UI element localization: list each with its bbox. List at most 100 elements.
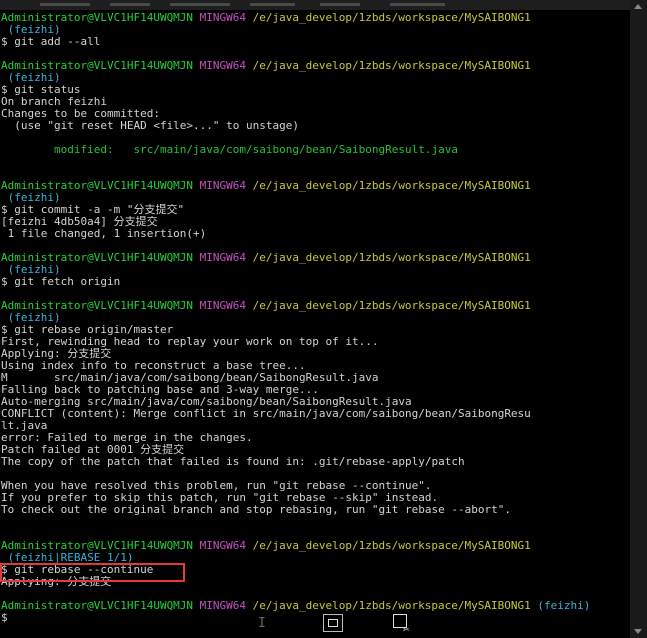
command-line: $ git status [1,84,629,96]
output-line: First, rewinding head to replay your wor… [1,336,629,348]
prompt-line: Administrator@VLVC1HF14UWQMJN MINGW64/e/j… [1,300,629,312]
output-text: M src/main/java/com/saibong/bean/Saibong… [1,372,379,384]
prompt-branch: (feizhi) [7,24,61,36]
command-line: $ git rebase origin/master [1,324,629,336]
output-text: Changes to be committed: [1,108,160,120]
prompt-user: Administrator@VLVC1HF14UWQMJN [1,540,194,552]
output-line: Changes to be committed: [1,108,629,120]
command-line: $ git add --all [1,36,629,48]
output-line: Auto-merging src/main/java/com/saibong/b… [1,396,629,408]
prompt-shell: MINGW64 [199,180,247,192]
output-text: First, rewinding head to replay your wor… [1,336,379,348]
prompt-shell: MINGW64 [199,12,247,24]
output-text: lt.java [1,420,48,432]
prompt-branch-line: (feizhi) [1,264,629,276]
scroll-up-arrow-icon[interactable] [634,4,642,9]
output-text: Patch failed at 0001 分支提交 [1,444,185,456]
text-cursor-icon: I [258,616,266,631]
prompt-path: /e/java_develop/1zbds/workspace/MySAIBON… [252,12,531,24]
command-text: $ git add --all [1,36,101,48]
prompt-user: Administrator@VLVC1HF14UWQMJN [1,252,194,264]
output-line: (use "git reset HEAD <file>..." to unsta… [1,120,629,132]
prompt-branch: (feizhi) [7,264,61,276]
resize-window-icon[interactable]: ✂ [393,614,415,635]
command-text: $ git status [1,84,81,96]
command-line: $ git fetch origin [1,276,629,288]
prompt-user: Administrator@VLVC1HF14UWQMJN [1,60,194,72]
command-text: $ git rebase origin/master [1,324,174,336]
prompt-shell: MINGW64 [199,300,247,312]
prompt-shell: MINGW64 [199,60,247,72]
output-line: CONFLICT (content): Merge conflict in sr… [1,408,629,420]
output-line: [feizhi 4db50a4] 分支提交 [1,216,629,228]
output-line: 1 file changed, 1 insertion(+) [1,228,629,240]
prompt-user: Administrator@VLVC1HF14UWQMJN [1,180,194,192]
output-line: lt.java [1,420,629,432]
highlight-box-rebase-continue [0,563,185,582]
prompt-line: Administrator@VLVC1HF14UWQMJN MINGW64/e/j… [1,180,629,192]
prompt-line: Administrator@VLVC1HF14UWQMJN MINGW64/e/j… [1,60,629,72]
output-text: Falling back to patching base and 3-way … [1,384,319,396]
terminal-status-bar: I ✂ [0,612,628,638]
prompt-path: /e/java_develop/1zbds/workspace/MySAIBON… [252,252,531,264]
output-text: To check out the original branch and sto… [1,504,511,516]
command-text: $ git commit -a -m "分支提交" [1,204,185,216]
output-line: When you have resolved this problem, run… [1,480,629,492]
output-line: M src/main/java/com/saibong/bean/Saibong… [1,372,629,384]
prompt-branch: (feizhi) [7,192,61,204]
output-line: If you prefer to skip this patch, run "g… [1,492,629,504]
output-text: If you prefer to skip this patch, run "g… [1,492,439,504]
modified-path: src/main/java/com/saibong/bean/SaibongRe… [133,144,458,156]
output-text: 1 file changed, 1 insertion(+) [1,228,207,240]
prompt-line: Administrator@VLVC1HF14UWQMJN MINGW64/e/j… [1,12,629,24]
prompt-user: Administrator@VLVC1HF14UWQMJN [1,300,194,312]
prompt-path: /e/java_develop/1zbds/workspace/MySAIBON… [252,60,531,72]
output-text: On branch feizhi [1,96,107,108]
terminal-output[interactable]: Administrator@VLVC1HF14UWQMJN MINGW64/e/j… [1,12,629,626]
prompt-branch-line: (feizhi) [1,312,629,324]
command-text: $ git fetch origin [1,276,121,288]
output-line: Using index info to reconstruct a base t… [1,360,629,372]
modified-label: modified: [1,144,134,156]
output-line: Patch failed at 0001 分支提交 [1,444,629,456]
output-line: On branch feizhi [1,96,629,108]
output-text: Applying: 分支提交 [1,348,112,360]
prompt-user: Administrator@VLVC1HF14UWQMJN [1,600,194,612]
output-line: The copy of the patch that failed is fou… [1,456,629,468]
output-line: To check out the original branch and sto… [1,504,629,516]
output-text: Using index info to reconstruct a base t… [1,360,306,372]
prompt-path: /e/java_develop/1zbds/workspace/MySAIBON… [252,300,531,312]
modified-file-line: modified: src/main/java/com/saibong/bean… [1,144,629,156]
prompt-line: Administrator@VLVC1HF14UWQMJN MINGW64/e/j… [1,252,629,264]
prompt-line: Administrator@VLVC1HF14UWQMJN MINGW64/e/j… [1,540,629,552]
prompt-shell: MINGW64 [199,252,247,264]
prompt-branch-line: (feizhi) [1,72,629,84]
output-text: error: Failed to merge in the changes. [1,432,253,444]
prompt-branch-line: (feizhi) [1,192,629,204]
window-top-strip [0,0,647,10]
prompt-user: Administrator@VLVC1HF14UWQMJN [1,12,194,24]
terminal-scrollbar[interactable] [630,0,647,638]
output-line: Falling back to patching base and 3-way … [1,384,629,396]
output-line: Applying: 分支提交 [1,348,629,360]
prompt-path: /e/java_develop/1zbds/workspace/MySAIBON… [252,540,531,552]
output-text: [feizhi 4db50a4] 分支提交 [1,216,158,228]
prompt-branch: (feizhi) [7,312,61,324]
prompt-branch: (feizhi) [7,72,61,84]
output-text: CONFLICT (content): Merge conflict in sr… [1,408,531,420]
prompt-path: /e/java_develop/1zbds/workspace/MySAIBON… [252,180,531,192]
output-line: error: Failed to merge in the changes. [1,432,629,444]
scroll-down-arrow-icon[interactable] [634,629,642,634]
fit-window-icon[interactable] [323,614,343,632]
prompt-path: /e/java_develop/1zbds/workspace/MySAIBON… [252,600,531,612]
